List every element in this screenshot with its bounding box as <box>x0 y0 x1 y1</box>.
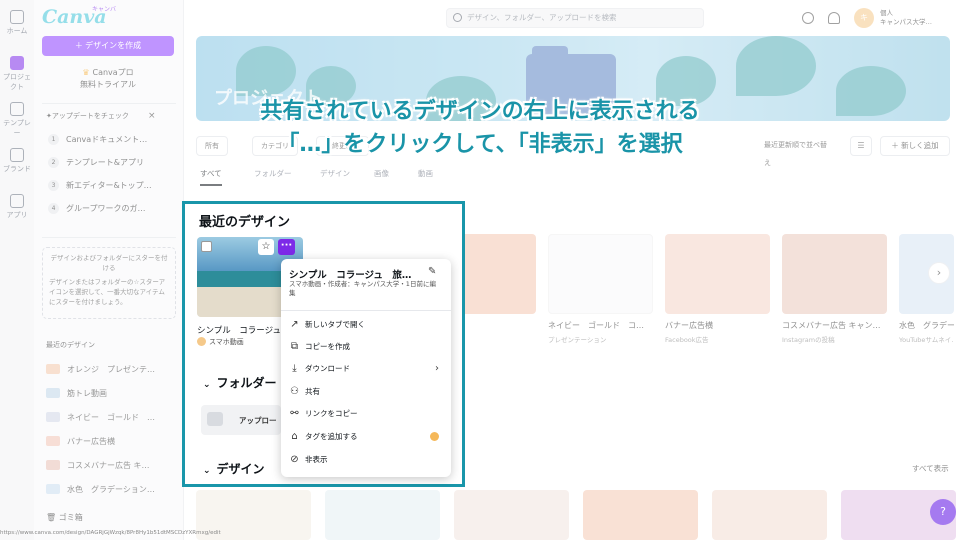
star-tip-box: デザインおよびフォルダーにスターを付ける デザインまたはフォルダーの☆スターアイ… <box>42 247 176 319</box>
design-thumbnail <box>548 234 653 314</box>
design-thumbnail <box>46 364 60 374</box>
carousel-next-button[interactable]: › <box>928 262 950 284</box>
logo-subtitle: キャンバ <box>92 6 117 13</box>
share-people-icon: ⚇ <box>290 386 299 397</box>
create-design-button[interactable]: ＋ デザインを作成 <box>42 36 174 56</box>
avatar[interactable]: キ <box>854 8 874 28</box>
tutorial-caption: 共有されているデザインの右上に表示される 「…」をクリックして、「非表示」を選択 <box>260 99 700 157</box>
design-card[interactable]: 水色 グラデー… YouTubeサムネイ… <box>899 234 954 344</box>
tab-all[interactable]: すべて <box>200 168 222 186</box>
folder-icon <box>10 56 24 70</box>
tab-videos[interactable]: 動画 <box>418 168 433 179</box>
design-card[interactable] <box>325 490 440 540</box>
design-thumbnail <box>46 388 60 398</box>
make-copy-item[interactable]: ⧉ コピーを作成 <box>287 338 445 356</box>
canva-projects-window: ホーム プロジェクト テンプレー ブランド アプリ Canva キャンバ ＋ デ… <box>0 0 960 540</box>
rail-projects[interactable]: プロジェクト <box>0 56 34 92</box>
chevron-down-icon: ⌄ <box>203 466 211 476</box>
sidebar-divider <box>42 237 176 238</box>
tab-folders[interactable]: フォルダー <box>254 168 292 179</box>
design-card[interactable] <box>583 490 698 540</box>
add-tag-item[interactable]: ⌂ タグを追加する <box>287 428 445 446</box>
design-thumbnail <box>46 484 60 494</box>
recent-item[interactable]: オレンジ プレゼンテ… <box>46 357 178 381</box>
more-options-button[interactable]: ··· <box>278 239 295 255</box>
design-card[interactable]: バナー広告横 Facebook広告 <box>665 234 770 344</box>
sidebar: Canva キャンバ ＋ デザインを作成 ♛ Canvaプロ 無料トライアル ✦ア… <box>34 0 184 540</box>
see-all-link[interactable]: すべて表示 <box>912 463 949 474</box>
design-name[interactable]: シンプル コラージュ <box>197 324 281 336</box>
menu-design-details: スマホ動画・作成者：キャンパス大学・1日前に編集 <box>289 280 436 297</box>
rail-apps[interactable]: アプリ <box>0 194 34 220</box>
checklist-item[interactable]: 4 グループワークのガ… <box>48 197 178 220</box>
search-input[interactable]: デザイン、フォルダー、アップロードを検索 <box>446 8 704 28</box>
menu-design-title: シンプル コラージュ 旅… <box>289 270 412 281</box>
rail-home[interactable]: ホーム <box>0 10 34 36</box>
home-icon <box>10 10 24 24</box>
design-thumbnail <box>46 436 60 446</box>
owner-avatar <box>197 337 206 346</box>
recent-item[interactable]: 水色 グラデーション… <box>46 477 178 501</box>
recent-item[interactable]: バナー広告横 <box>46 429 178 453</box>
copy-icon: ⧉ <box>290 341 299 352</box>
design-thumbnail <box>46 460 60 470</box>
tab-designs[interactable]: デザイン <box>320 168 350 179</box>
eye-off-icon: ⊘ <box>290 454 299 465</box>
leaf-decoration <box>736 36 816 96</box>
pro-trial-link[interactable]: ♛ Canvaプロ 無料トライアル <box>42 62 174 98</box>
design-thumbnail <box>782 234 887 314</box>
designs-section-toggle[interactable]: ⌄ デザイン <box>203 460 265 477</box>
recent-item[interactable]: 筋トレ動画 <box>46 381 178 405</box>
help-button[interactable]: ? <box>930 499 956 525</box>
apps-icon <box>10 194 24 208</box>
top-bar: デザイン、フォルダー、アップロードを検索 キ 個人 キャンパス大学… <box>184 0 960 36</box>
chevron-down-icon: ⌄ <box>203 380 211 390</box>
open-new-tab-item[interactable]: ↗ 新しいタブで開く <box>287 316 445 334</box>
design-type: スマホ動画 <box>197 337 244 347</box>
folders-section-toggle[interactable]: ⌄ フォルダー <box>203 374 277 391</box>
external-link-icon: ↗ <box>290 319 299 330</box>
checklist-item[interactable]: 3 新エディター&トップ… <box>48 174 178 197</box>
upload-folder-icon <box>207 412 223 426</box>
bell-icon[interactable] <box>828 12 840 24</box>
context-menu: シンプル コラージュ 旅… ✎ スマホ動画・作成者：キャンパス大学・1日前に編集… <box>281 259 451 477</box>
pro-crown-icon <box>430 432 439 441</box>
design-thumbnail <box>46 412 60 422</box>
edit-icon[interactable]: ✎ <box>428 266 436 277</box>
crown-icon: ♛ <box>82 68 90 77</box>
menu-divider <box>281 310 451 311</box>
design-card[interactable]: ネイビー ゴールド コ… プレゼンテーション <box>548 234 653 344</box>
download-icon: ⤓ <box>292 363 297 374</box>
recent-item[interactable]: コスメバナー広告 キ… <box>46 453 178 477</box>
recent-item[interactable]: ネイビー ゴールド … <box>46 405 178 429</box>
select-checkbox[interactable] <box>201 241 212 252</box>
status-url: https://www.canva.com/design/DAGRjGjWzqk… <box>0 530 221 536</box>
copy-link-item[interactable]: ⚯ リンクをコピー <box>287 405 445 423</box>
settings-icon[interactable] <box>802 12 814 24</box>
chevron-right-icon: › <box>435 363 439 374</box>
section-title: 最近のデザイン <box>199 215 291 230</box>
account-name[interactable]: 個人 キャンパス大学… <box>880 9 932 27</box>
trash-icon: 🗑 <box>46 513 59 522</box>
design-card[interactable]: コスメバナー広告 キャン… Instagramの投稿 <box>782 234 887 344</box>
star-icon[interactable]: ☆ <box>258 239 274 255</box>
design-thumbnail <box>665 234 770 314</box>
search-icon <box>453 13 462 22</box>
tag-icon: ⌂ <box>291 431 298 442</box>
link-icon: ⚯ <box>290 408 299 419</box>
hide-item[interactable]: ⊘ 非表示 <box>287 451 445 469</box>
design-card[interactable] <box>454 490 569 540</box>
design-card[interactable] <box>712 490 827 540</box>
download-item[interactable]: ⤓ ダウンロード › <box>287 360 445 378</box>
recent-heading: 最近のデザイン <box>46 341 95 349</box>
trash-link[interactable]: 🗑 ゴミ箱 <box>46 512 83 523</box>
recent-designs-list: オレンジ プレゼンテ… 筋トレ動画 ネイビー ゴールド … バナー広告横 コスメ… <box>46 357 178 501</box>
left-rail: ホーム プロジェクト テンプレー ブランド アプリ <box>0 0 34 540</box>
share-item[interactable]: ⚇ 共有 <box>287 383 445 401</box>
tab-images[interactable]: 画像 <box>374 168 389 179</box>
folder-card[interactable]: アップロー <box>201 405 281 435</box>
